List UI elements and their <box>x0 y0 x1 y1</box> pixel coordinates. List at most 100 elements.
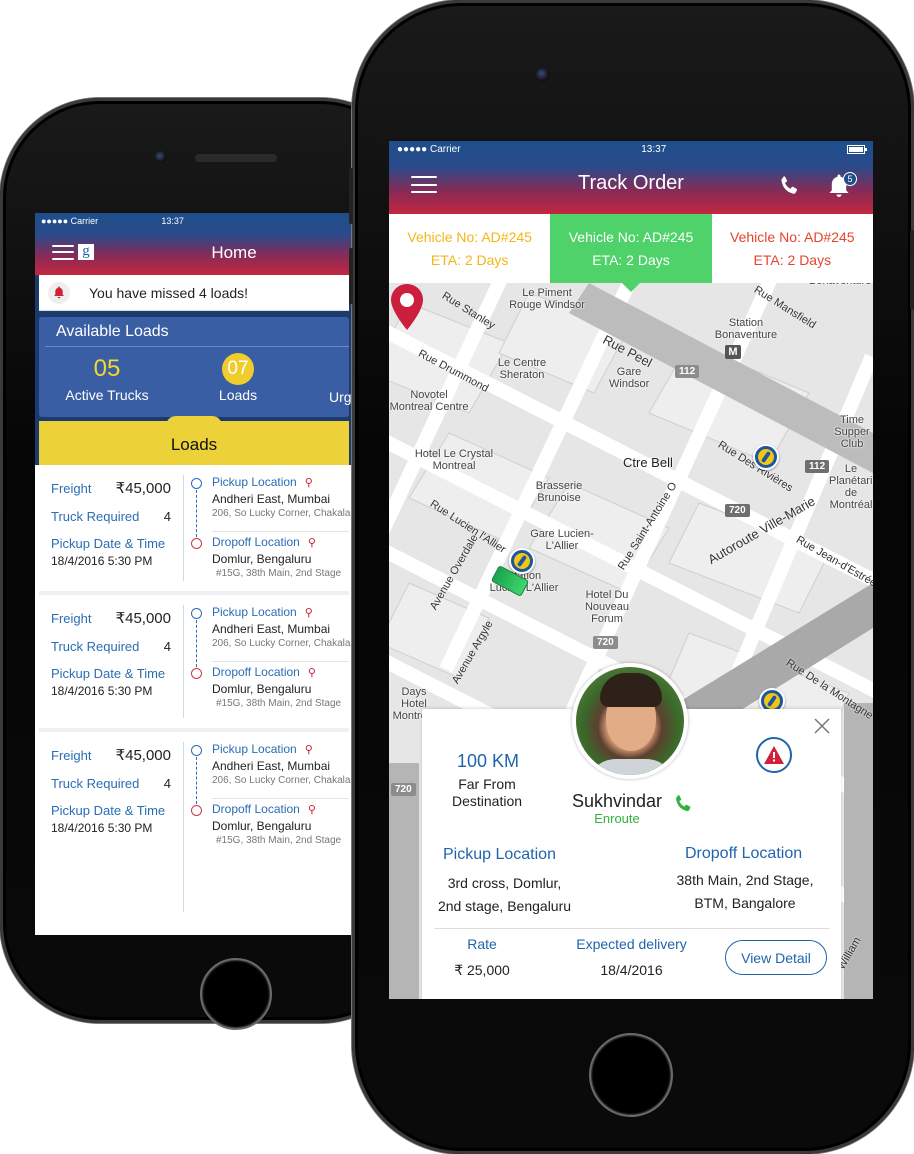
close-icon[interactable] <box>813 717 831 735</box>
view-detail-button[interactable]: View Detail <box>725 940 827 975</box>
map-place-label: Le Planétarium de Montréal <box>829 463 873 511</box>
highway-shield: 112 <box>805 460 830 473</box>
location-pin-icon: ⚲ <box>304 743 313 756</box>
available-loads-card: Available Loads 05 Active Trucks 07 Load… <box>39 317 352 417</box>
app-header: ●●●●● Carrier 13:37 g Home <box>35 213 353 275</box>
power-button[interactable] <box>910 230 914 310</box>
front-camera <box>536 68 550 82</box>
load-card[interactable]: Freight ₹45,000 Truck Required 4 Pickup Da… <box>39 732 351 932</box>
front-camera <box>155 151 167 163</box>
address-line: 2nd stage, Bengaluru <box>437 898 572 914</box>
dropoff-sub: #15G, 38th Main, 2nd Stage <box>216 835 342 846</box>
driver-info-card: 100 KM Far From Destination Sukhvindar E… <box>422 663 841 999</box>
dropoff-main: Domlur, Bengaluru <box>212 819 312 833</box>
route-line <box>196 757 197 804</box>
dropoff-sub: #15G, 38th Main, 2nd Stage <box>216 698 342 709</box>
warning-icon[interactable] <box>756 737 792 773</box>
load-card[interactable]: Freight ₹45,000 Truck Required 4 Pickup Da… <box>39 465 351 595</box>
vehicle-number: Vehicle No: AD#245 <box>407 228 532 245</box>
rate-label: Rate <box>467 936 497 952</box>
side-button[interactable] <box>349 168 353 224</box>
pickup-title: Pickup Location <box>212 742 297 756</box>
dropoff-sub: #15G, 38th Main, 2nd Stage <box>216 568 342 579</box>
highway-shield: 720 <box>593 636 618 649</box>
location-pin-icon: ⚲ <box>307 803 316 816</box>
stat-label: Loads <box>218 387 258 403</box>
map-place-label: Brasserie Brunoise <box>535 480 583 504</box>
battery-icon <box>846 145 867 154</box>
dropoff-title: Dropoff Location <box>212 665 300 679</box>
map-place-label: Gare Lucien-L'Allier <box>530 528 594 552</box>
vehicle-tab[interactable]: Vehicle No: AD#245 ETA: 2 Days <box>712 214 873 283</box>
home-button[interactable] <box>589 1033 673 1117</box>
route-line <box>196 490 197 537</box>
load-list: Freight ₹45,000 Truck Required 4 Pickup Da… <box>39 465 351 932</box>
stat-label: Urg <box>329 389 352 405</box>
home-screen: ●●●●● Carrier 13:37 g Home You have miss… <box>35 213 353 935</box>
clock: 13:37 <box>641 144 667 155</box>
metro-station-icon[interactable] <box>753 444 779 470</box>
location-pin-icon: ⚲ <box>307 536 316 549</box>
missed-loads-alert[interactable]: You have missed 4 loads! <box>39 275 349 311</box>
volume-button[interactable] <box>349 248 353 304</box>
stat-value: 05 <box>93 355 121 382</box>
pickup-sub: 206, So Lucky Corner, Chakala <box>212 775 351 786</box>
vehicle-tab[interactable]: Vehicle No: AD#245 ETA: 2 Days <box>389 214 550 283</box>
tab-loads[interactable]: Loads <box>39 416 349 465</box>
vehicle-tab-selected[interactable]: Vehicle No: AD#245 ETA: 2 Days <box>550 214 712 292</box>
distance-label: Far From Destination <box>451 776 523 809</box>
pickup-date-label: Pickup Date & Time <box>51 803 166 818</box>
vehicle-eta: ETA: 2 Days <box>592 251 670 268</box>
expected-delivery-value: 18/4/2016 <box>600 962 663 978</box>
home-button[interactable] <box>200 958 272 1030</box>
pickup-main: Andheri East, Mumbai <box>212 759 331 773</box>
highway-shield: 112 <box>675 365 700 378</box>
pickup-title: Pickup Location <box>212 605 297 619</box>
pickup-location-title: Pickup Location <box>443 846 556 863</box>
divider <box>212 661 349 662</box>
pickup-sub: 206, So Lucky Corner, Chakala <box>212 508 351 519</box>
dropoff-main: Domlur, Bengaluru <box>212 552 312 566</box>
load-card[interactable]: Freight ₹45,000 Truck Required 4 Pickup Da… <box>39 595 350 732</box>
dashboard: Available Loads 05 Active Trucks 07 Load… <box>35 311 353 421</box>
phone-call-icon[interactable] <box>777 174 801 198</box>
pickup-marker-icon <box>191 745 202 756</box>
truck-required-label: Truck Required <box>51 639 140 654</box>
vehicle-number: Vehicle No: AD#245 <box>568 228 694 245</box>
map-place-label: Ctre Bell <box>623 455 673 470</box>
freight-label: Freight <box>51 481 92 496</box>
navbar: g Home <box>35 229 353 275</box>
navbar: Track Order 5 <box>389 158 873 214</box>
expected-delivery-label: Expected delivery <box>576 936 687 952</box>
vehicle-number: Vehicle No: AD#245 <box>730 228 855 245</box>
stat-active-trucks[interactable]: 05 Active Trucks <box>57 355 157 403</box>
bell-icon <box>48 281 70 304</box>
divider <box>212 798 349 799</box>
map-pin-icon[interactable] <box>389 283 425 331</box>
distance-value: 100 KM <box>456 751 520 771</box>
track-order-screen: ●●●●● Carrier 13:37 Track Order 5 Vehicl… <box>389 141 873 999</box>
stat-loads[interactable]: 07 Loads <box>203 353 273 403</box>
metro-station-icon[interactable] <box>509 548 535 574</box>
rate-value: ₹ 25,000 <box>454 962 510 978</box>
pickup-date-label: Pickup Date & Time <box>51 536 166 551</box>
earpiece-speaker <box>195 154 277 162</box>
stat-urgent[interactable]: Urg <box>329 389 353 405</box>
truck-required-value: 4 <box>163 639 171 654</box>
driver-avatar <box>572 663 688 779</box>
app-header: ●●●●● Carrier 13:37 Track Order 5 <box>389 141 873 214</box>
address-line: 38th Main, 2nd Stage, <box>676 872 814 888</box>
clock: 13:37 <box>161 216 184 226</box>
map-place-label: Novotel Montreal Centre <box>389 389 469 413</box>
pickup-marker-icon <box>191 478 202 489</box>
divider <box>183 475 184 581</box>
metro-m-icon: M <box>725 345 741 359</box>
carrier-label: ●●●●● Carrier <box>397 144 461 155</box>
divider <box>183 742 184 912</box>
dropoff-title: Dropoff Location <box>212 535 300 549</box>
pickup-date-label: Pickup Date & Time <box>51 666 166 681</box>
map-place-label: Station Bonaventure <box>714 317 778 341</box>
call-driver-icon[interactable] <box>672 793 694 815</box>
divider <box>183 605 184 718</box>
divider <box>434 928 829 929</box>
